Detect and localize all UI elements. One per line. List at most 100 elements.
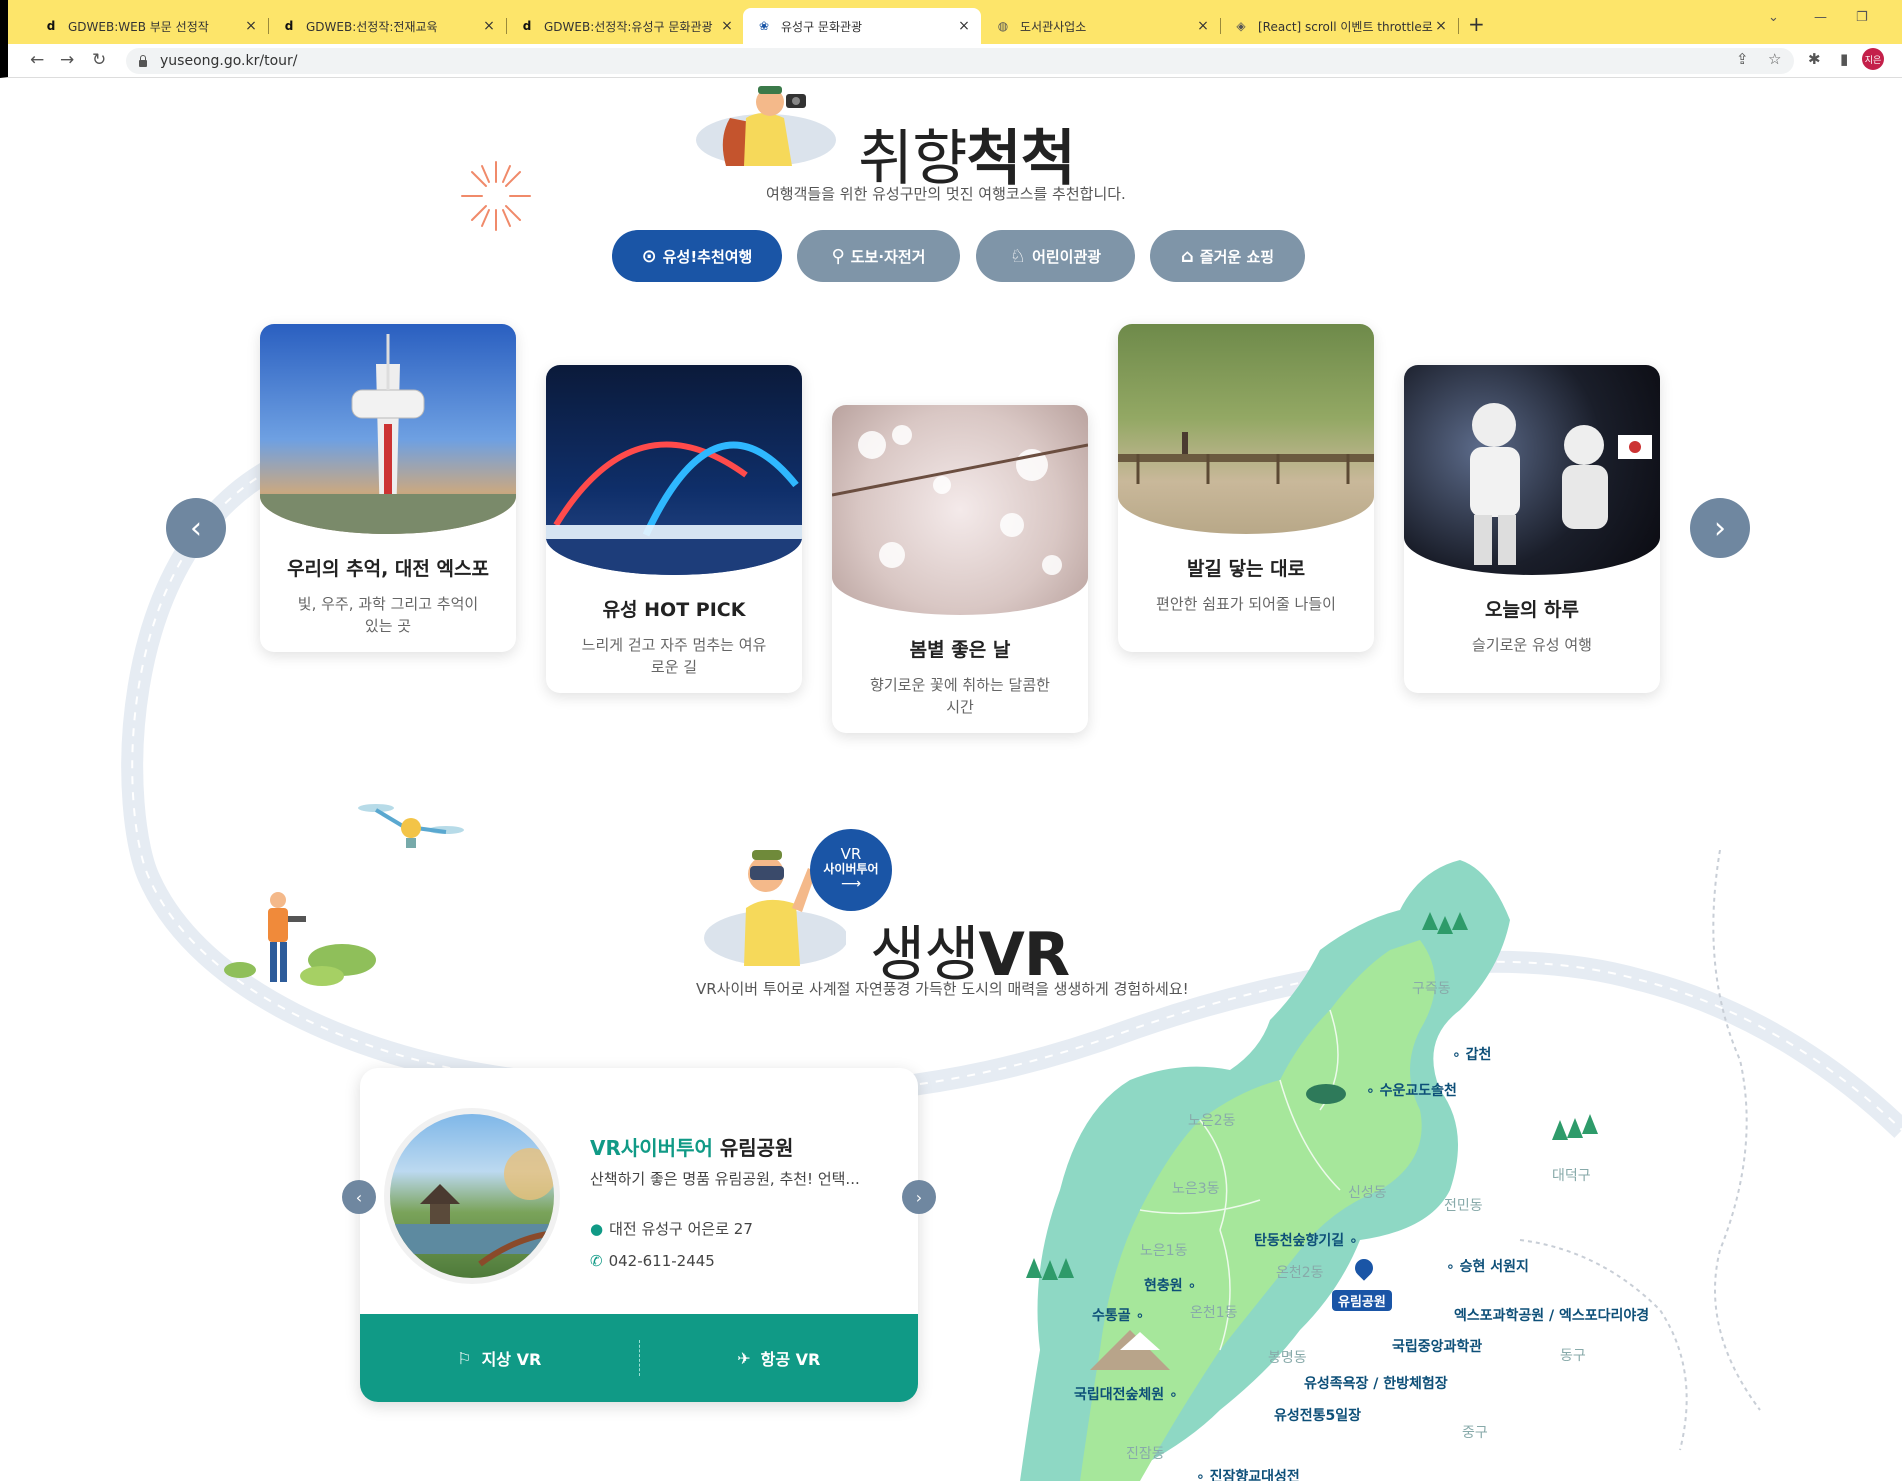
course-card[interactable]: 오늘의 하루 슬기로운 유성 여행 xyxy=(1404,365,1660,693)
card-description: 빛, 우주, 과학 그리고 추억이 있는 곳 xyxy=(297,595,479,635)
course-card[interactable]: 발길 닿는 대로 편안한 쉼표가 되어줄 나들이 xyxy=(1118,324,1374,652)
drone-illustration xyxy=(358,804,464,848)
forward-icon[interactable]: → xyxy=(60,50,74,70)
new-tab-icon[interactable]: + xyxy=(1468,12,1485,36)
map-place-marker[interactable]: 탄동천숲향기길 ∘ xyxy=(1254,1230,1358,1250)
chevron-left-icon: ‹ xyxy=(355,1187,363,1207)
traveler-illustration xyxy=(696,86,836,166)
carousel-prev-button[interactable]: ‹ xyxy=(166,498,226,558)
url-input[interactable]: yuseong.go.kr/tour/ xyxy=(126,48,1794,74)
card-title: 우리의 추억, 대전 엑스포 xyxy=(287,558,489,580)
browser-tab[interactable]: ◍ 도서관사업소 × xyxy=(982,8,1221,44)
vr-card-footer: ⚐ 지상 VR ✈ 항공 VR xyxy=(360,1314,918,1402)
tab-title: GDWEB:선정작:유성구 문화관광 xyxy=(544,19,713,34)
map-place-marker[interactable]: 유성족욕장 / 한방체험장 xyxy=(1304,1373,1448,1393)
card-description: 편안한 쉼표가 되어줄 나들이 xyxy=(1156,595,1336,613)
vr-card-description: 산책하기 좋은 명품 유림공원, 추천! 언택... xyxy=(590,1170,860,1188)
chevron-left-icon: ‹ xyxy=(190,510,202,546)
card-description: 느리게 걷고 자주 멈추는 여유로운 길 xyxy=(581,636,767,676)
close-tab-icon[interactable]: × xyxy=(482,18,496,34)
side-panel-icon[interactable]: ▮ xyxy=(1840,50,1848,68)
district-label: 노은3동 xyxy=(1172,1181,1220,1197)
minimize-icon[interactable]: — xyxy=(1814,10,1827,25)
expo-tower-photo xyxy=(260,324,516,534)
card-title: 오늘의 하루 xyxy=(1484,599,1579,621)
district-label: 동구 xyxy=(1560,1348,1586,1364)
tab-title: GDWEB:WEB 부문 선정작 xyxy=(68,19,209,34)
browser-tab[interactable]: d GDWEB:선정작:전재교육 × xyxy=(268,8,507,44)
yurim-park-photo xyxy=(384,1108,560,1284)
aerial-vr-button[interactable]: ✈ 항공 VR xyxy=(640,1346,919,1370)
vr-cyber-tour-bubble[interactable]: VR 사이버투어 ⟶ xyxy=(810,829,892,911)
district-label: 봉명동 xyxy=(1268,1350,1307,1366)
map-place-marker[interactable]: 엑스포과학공원 / 엑스포다리야경 xyxy=(1454,1305,1649,1325)
close-tab-icon[interactable]: × xyxy=(1434,18,1448,34)
cherry-blossom-photo xyxy=(832,405,1088,615)
browser-tab-active[interactable]: ❀ 유성구 문화관광 × xyxy=(743,8,981,44)
tab-search-icon[interactable]: ⌄ xyxy=(1768,10,1779,25)
tab-title: 도서관사업소 xyxy=(1020,19,1087,34)
category-button-shopping[interactable]: ⌂ 즐거운 쇼핑 xyxy=(1150,230,1305,282)
tab-title: [React] scroll 이벤트 throttle로 xyxy=(1258,19,1433,34)
category-button-recommended[interactable]: ⊙ 유성!추천여행 xyxy=(612,230,782,282)
profile-avatar[interactable]: 지은 xyxy=(1862,48,1884,70)
vr-prev-button[interactable]: ‹ xyxy=(342,1180,376,1214)
district-label: 노은1동 xyxy=(1140,1243,1188,1259)
map-place-marker[interactable]: 수통골 ∘ xyxy=(1092,1305,1144,1325)
map-place-marker-selected[interactable]: 유림공원 xyxy=(1332,1290,1392,1311)
shop-icon: ⌂ xyxy=(1180,245,1194,267)
map-place-marker[interactable]: 국립중앙과학관 xyxy=(1392,1336,1482,1356)
close-tab-icon[interactable]: × xyxy=(720,18,734,34)
course-card[interactable]: 유성 HOT PICK 느리게 걷고 자주 멈추는 여유로운 길 xyxy=(546,365,802,693)
district-label: 신성동 xyxy=(1348,1185,1387,1201)
district-label: 노은2동 xyxy=(1188,1113,1236,1129)
chevron-right-icon: › xyxy=(1714,510,1726,546)
map-place-marker[interactable]: 현충원 ∘ xyxy=(1144,1275,1196,1295)
carousel-next-button[interactable]: › xyxy=(1690,498,1750,558)
category-button-kids[interactable]: ♘ 어린이관광 xyxy=(976,230,1135,282)
browser-tab[interactable]: d GDWEB:선정작:유성구 문화관광 × xyxy=(506,8,744,44)
map-place-marker[interactable]: ∘ 수운교도솔천 xyxy=(1366,1080,1457,1100)
phone-icon: ✆ xyxy=(590,1252,603,1270)
map-place-marker[interactable]: 국립대전숲체원 ∘ xyxy=(1074,1384,1178,1404)
bookmark-star-icon[interactable]: ☆ xyxy=(1768,50,1781,68)
url-text: yuseong.go.kr/tour/ xyxy=(160,53,298,69)
browser-tab[interactable]: d GDWEB:WEB 부문 선정작 × xyxy=(30,8,269,44)
map-place-marker[interactable]: 유성전통5일장 xyxy=(1274,1405,1361,1425)
reload-icon[interactable]: ↻ xyxy=(92,50,106,70)
forest-path-photo xyxy=(1118,324,1374,534)
close-tab-icon[interactable]: × xyxy=(957,18,971,34)
lock-icon xyxy=(138,55,148,67)
category-button-walk-bike[interactable]: ⚲ 도보·자전거 xyxy=(797,230,960,282)
astronaut-photo xyxy=(1404,365,1660,575)
district-label: 온천1동 xyxy=(1190,1305,1238,1321)
airplane-icon: ✈ xyxy=(737,1348,751,1368)
district-label: 구즉동 xyxy=(1412,981,1451,997)
card-title: 발길 닿는 대로 xyxy=(1186,558,1306,580)
back-icon[interactable]: ← xyxy=(30,50,44,70)
share-icon[interactable]: ⇪ xyxy=(1736,50,1749,68)
close-tab-icon[interactable]: × xyxy=(1196,18,1210,34)
vr-next-button[interactable]: › xyxy=(902,1180,936,1214)
vr-card-title: VR사이버투어 유림공원 xyxy=(590,1136,794,1160)
vr-tour-card: VR사이버투어 유림공원 산책하기 좋은 명품 유림공원, 추천! 언택... … xyxy=(360,1068,918,1402)
tab-title: GDWEB:선정작:전재교육 xyxy=(306,19,438,34)
course-card[interactable]: 우리의 추억, 대전 엑스포 빛, 우주, 과학 그리고 추억이 있는 곳 xyxy=(260,324,516,652)
tab-title: 유성구 문화관광 xyxy=(781,19,863,34)
arrow-right-icon: ⟶ xyxy=(840,876,862,892)
card-title: 봄볕 좋은 날 xyxy=(909,639,1011,661)
firework-decoration xyxy=(461,161,531,231)
map-place-marker[interactable]: ∘ 승현 서원지 xyxy=(1446,1256,1529,1276)
map-place-marker[interactable]: ∘ 갑천 xyxy=(1452,1044,1491,1064)
card-description: 슬기로운 유성 여행 xyxy=(1472,636,1592,654)
address-bar-row: ← → ↻ yuseong.go.kr/tour/ ⇪ ☆ ✱ ▮ xyxy=(0,44,1902,78)
ground-vr-button[interactable]: ⚐ 지상 VR xyxy=(360,1346,639,1370)
close-tab-icon[interactable]: × xyxy=(244,18,258,34)
map-place-marker[interactable]: ∘ 진잠향교대성전 xyxy=(1196,1466,1300,1481)
tab-favicon-icon: ◍ xyxy=(997,19,1009,33)
course-card[interactable]: 봄볕 좋은 날 향기로운 꽃에 취하는 달콤한 시간 xyxy=(832,405,1088,733)
extensions-icon[interactable]: ✱ xyxy=(1808,50,1821,68)
browser-tab[interactable]: ◈ [React] scroll 이벤트 throttle로 × xyxy=(1220,8,1459,44)
card-title: 유성 HOT PICK xyxy=(602,599,746,621)
restore-icon[interactable]: ❐ xyxy=(1856,10,1868,25)
